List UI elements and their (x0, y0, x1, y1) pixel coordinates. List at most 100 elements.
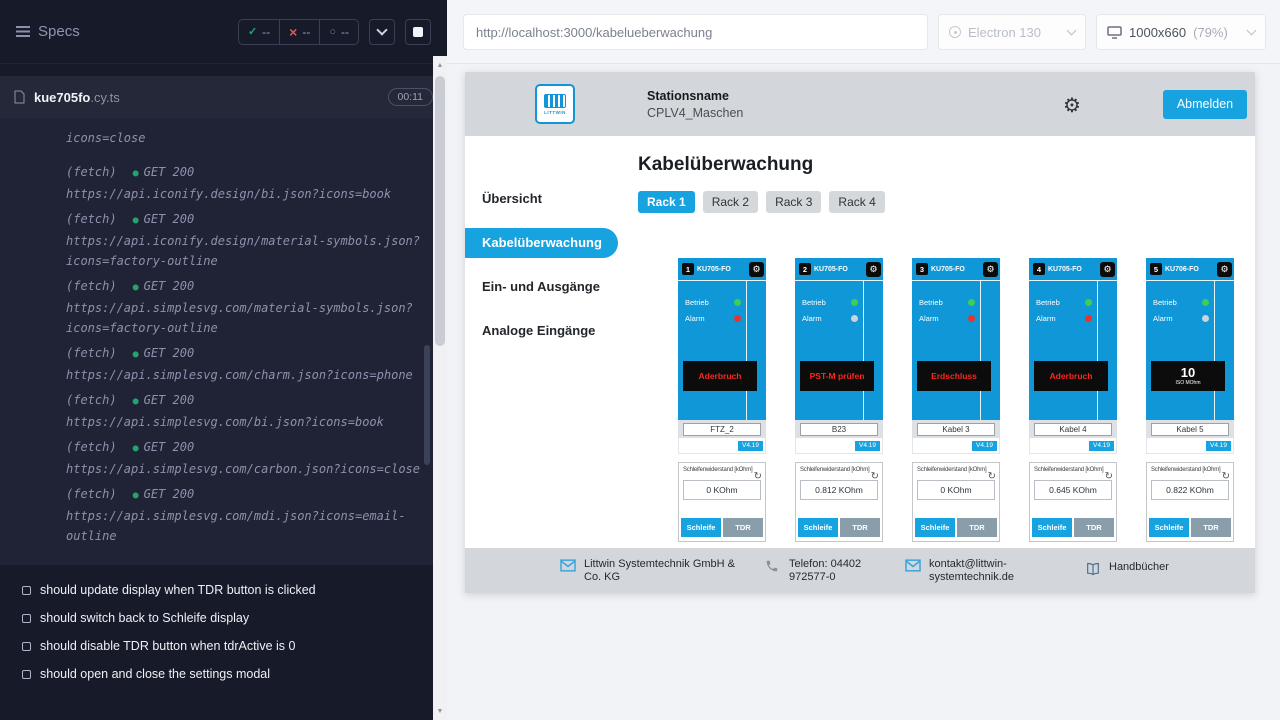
stat-pending[interactable]: -- (319, 20, 358, 44)
version-badge: V4.19 (1206, 441, 1231, 451)
test-item[interactable]: should update display when TDR button is… (22, 583, 431, 598)
log-label: (fetch) (66, 165, 117, 179)
tdr-button[interactable]: TDR (1191, 518, 1231, 537)
rack-tab-rack-2[interactable]: Rack 2 (703, 191, 758, 213)
cable-name-field[interactable]: Kabel 4 (1034, 423, 1112, 436)
refresh-icon[interactable] (1222, 466, 1230, 484)
card-indicators: Betrieb Alarm (1153, 298, 1209, 330)
alarm-row: Alarm (1153, 314, 1209, 323)
browser-pane: Electron 130 1000x660 (79%) LITTWIN Stat… (447, 0, 1280, 720)
test-bullet-icon (22, 642, 31, 651)
spec-file-header[interactable]: kue705fo.cy.ts 00:11 (0, 76, 447, 118)
alarm-row: Alarm (685, 314, 741, 323)
betrieb-row: Betrieb (919, 298, 975, 307)
card-settings-gear-icon[interactable] (983, 262, 998, 277)
viewport-control[interactable]: 1000x660 (79%) (1096, 14, 1266, 50)
loop-resistance-label: Schleifenwiderstand [kOhm] (913, 463, 999, 473)
footer-item[interactable]: Telefon: 04402 972577-0 (765, 558, 905, 584)
measurement-panel: Schleifenwiderstand [kOhm] 0.812 KOhm Sc… (795, 462, 883, 542)
tdr-button[interactable]: TDR (723, 518, 763, 537)
settings-gear-icon[interactable] (1061, 93, 1083, 115)
alarm-label: Alarm (685, 314, 705, 323)
card-settings-gear-icon[interactable] (749, 262, 764, 277)
footer-item[interactable]: Littwin Systemtechnik GmbH & Co. KG (560, 558, 765, 584)
schleife-button[interactable]: Schleife (915, 518, 955, 537)
log-list: (fetch)GET 200 https://api.iconify.desig… (66, 162, 421, 546)
alarm-label: Alarm (1153, 314, 1173, 323)
cable-name-field[interactable]: Kabel 5 (1151, 423, 1229, 436)
url-input[interactable] (463, 14, 928, 50)
measurement-panel: Schleifenwiderstand [kOhm] 0.822 KOhm Sc… (1146, 462, 1234, 542)
cross-icon (289, 24, 297, 40)
card-status-text: PST-M prüfen (810, 371, 865, 381)
card-settings-gear-icon[interactable] (1100, 262, 1115, 277)
refresh-icon[interactable] (754, 466, 762, 484)
runner-scrollbar-thumb[interactable] (424, 345, 430, 465)
log-entry: (fetch)GET 200 https://api.iconify.desig… (66, 162, 421, 204)
footer-item[interactable]: kontakt@littwin-systemtechnik.de (905, 558, 1085, 584)
stop-button[interactable] (405, 19, 431, 45)
specs-menu[interactable]: Specs (16, 23, 80, 40)
browser-select[interactable]: Electron 130 (938, 14, 1086, 50)
rack-tab-rack-3[interactable]: Rack 3 (766, 191, 821, 213)
card-header: 1 KÜ705-FO (678, 258, 766, 281)
version-row: V4.19 (912, 438, 1000, 454)
schleife-button[interactable]: Schleife (1149, 518, 1189, 537)
log-status: GET 200 (133, 346, 195, 360)
card-settings-gear-icon[interactable] (866, 262, 881, 277)
scroll-up-icon[interactable] (433, 58, 447, 72)
log-request-line: (fetch)GET 200 (66, 343, 421, 365)
cable-name-field[interactable]: FTZ_2 (683, 423, 761, 436)
footer-item[interactable]: Handbücher (1085, 561, 1183, 581)
alarm-label: Alarm (802, 314, 822, 323)
collapse-button[interactable] (369, 19, 395, 45)
betrieb-row: Betrieb (1036, 298, 1092, 307)
mode-buttons: Schleife TDR (798, 518, 880, 537)
sidebar-item-analoge-eingänge[interactable]: Analoge Eingänge (465, 316, 618, 346)
stat-failed[interactable]: -- (279, 20, 319, 44)
rack-tab-rack-1[interactable]: Rack 1 (638, 191, 695, 213)
runner-scrollbar[interactable] (433, 56, 447, 720)
tdr-button[interactable]: TDR (1074, 518, 1114, 537)
card-number: 3 (916, 263, 928, 275)
refresh-icon[interactable] (988, 466, 996, 484)
test-item[interactable]: should open and close the settings modal (22, 667, 431, 682)
mode-buttons: Schleife TDR (1149, 518, 1231, 537)
refresh-icon[interactable] (1105, 466, 1113, 484)
device-card-display: 5 KÜ706-FO Betrieb Alarm 10 ISO MOhm (1146, 258, 1234, 420)
cable-name-field[interactable]: B23 (800, 423, 878, 436)
loop-resistance-label: Schleifenwiderstand [kOhm] (796, 463, 882, 473)
test-bullet-icon (22, 670, 31, 679)
scroll-down-icon[interactable] (433, 704, 447, 718)
card-settings-gear-icon[interactable] (1217, 262, 1232, 277)
sidebar-item-label: Ein- und Ausgänge (482, 279, 600, 294)
tdr-button[interactable]: TDR (957, 518, 997, 537)
test-item[interactable]: should switch back to Schleife display (22, 611, 431, 626)
cable-name-row: Kabel 4 (1029, 420, 1117, 438)
cable-name-field[interactable]: Kabel 3 (917, 423, 995, 436)
schleife-button[interactable]: Schleife (798, 518, 838, 537)
tdr-button[interactable]: TDR (840, 518, 880, 537)
test-title: should open and close the settings modal (40, 667, 270, 682)
card-header: 3 KÜ705-FO (912, 258, 1000, 281)
app-main: Kabelüberwachung Rack 1Rack 2Rack 3Rack … (618, 136, 1255, 548)
sidebar-item-übersicht[interactable]: Übersicht (465, 184, 618, 214)
stat-passed[interactable]: -- (239, 20, 279, 44)
logout-button[interactable]: Abmelden (1163, 90, 1247, 119)
sidebar-item-label: Übersicht (482, 191, 542, 206)
loop-resistance-value: 0 KOhm (917, 480, 995, 500)
sidebar-item-ein-und-ausgänge[interactable]: Ein- und Ausgänge (465, 272, 618, 302)
schleife-button[interactable]: Schleife (1032, 518, 1072, 537)
measurement-panel: Schleifenwiderstand [kOhm] 0.645 KOhm Sc… (1029, 462, 1117, 542)
log-request-line: (fetch)GET 200 (66, 484, 421, 506)
refresh-icon[interactable] (871, 466, 879, 484)
loop-resistance-label: Schleifenwiderstand [kOhm] (1030, 463, 1116, 473)
test-item[interactable]: should disable TDR button when tdrActive… (22, 639, 431, 654)
measurement-panel: Schleifenwiderstand [kOhm] 0 KOhm Schlei… (912, 462, 1000, 542)
schleife-button[interactable]: Schleife (681, 518, 721, 537)
rack-tab-rack-4[interactable]: Rack 4 (829, 191, 884, 213)
scrollbar-thumb[interactable] (435, 76, 445, 346)
betrieb-label: Betrieb (1153, 298, 1177, 307)
sidebar-item-kabelüberwachung[interactable]: Kabelüberwachung (465, 228, 618, 258)
log-status: GET 200 (133, 393, 195, 407)
